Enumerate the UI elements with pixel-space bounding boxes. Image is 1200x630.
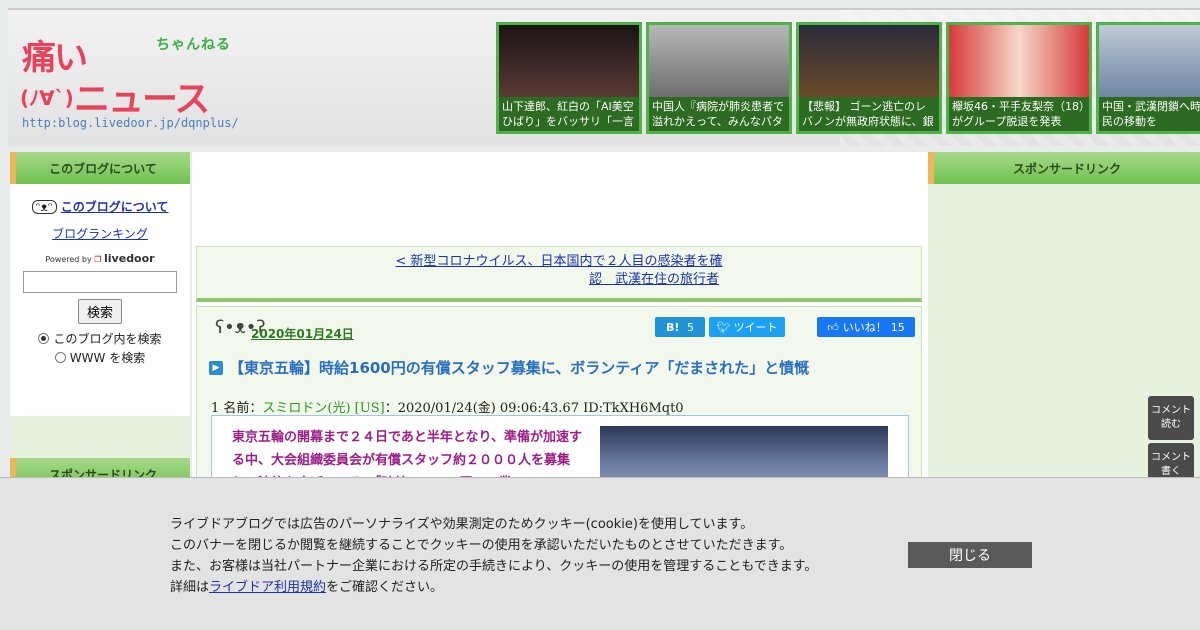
thumbnail-card[interactable]: 中国・武漢閉鎖へ時から市民の移動を bbox=[1096, 22, 1200, 134]
twitter-bird-icon: 🐦︎ bbox=[716, 320, 731, 334]
hatena-label: B! bbox=[665, 320, 680, 334]
thumbnail-card[interactable]: 欅坂46・平手友梨奈（18）がグループ脱退を発表 bbox=[946, 22, 1092, 134]
thumbnail-caption: 欅坂46・平手友梨奈（18）がグループ脱退を発表 bbox=[949, 97, 1089, 131]
cookie-text: ライブドアブログでは広告のパーソナライズや効果測定のためクッキー(cookie)… bbox=[170, 514, 817, 598]
site-header: 痛い ちゃんねる (ﾉ∀`) ニュース http:blog.livedoor.j… bbox=[8, 8, 1200, 146]
thumbnail-card[interactable]: 山下達郎、紅白の「AI美空ひばり」をバッサリ「一言 bbox=[496, 22, 642, 134]
previous-article-link[interactable]: < 新型コロナウイルス、日本国内で２人目の感染者を確 認 武漢在住の旅行者 bbox=[395, 254, 722, 287]
post-meta: 1 名前：スミロドン(光) [US]：2020/01/24(金) 09:06:4… bbox=[211, 397, 684, 416]
right-sponsor-heading: スポンサードリンク bbox=[928, 152, 1200, 184]
site-logo[interactable]: 痛い ちゃんねる (ﾉ∀`) ニュース http:blog.livedoor.j… bbox=[16, 24, 239, 134]
about-box: ᵔᴥᵔ このブログについて ブログランキング Powered by ❐ live… bbox=[10, 184, 190, 416]
tweet-button[interactable]: 🐦︎ ツイート bbox=[709, 317, 785, 337]
thumbnail-caption: 山下達郎、紅白の「AI美空ひばり」をバッサリ「一言 bbox=[499, 97, 639, 131]
livedoor-logo-icon: ❐ bbox=[94, 255, 102, 264]
powered-by-label: Powered by bbox=[45, 255, 92, 264]
article-title[interactable]: 【東京五輪】時給1600円の有償スタッフ募集に、ボランティア「だまされた」と憤慨 bbox=[229, 357, 809, 378]
like-count: 15 bbox=[890, 320, 905, 334]
thumbnail-image bbox=[499, 25, 639, 97]
thumbnail-image bbox=[649, 25, 789, 97]
article-title-row: ▶ 【東京五輪】時給1600円の有償スタッフ募集に、ボランティア「だまされた」と… bbox=[209, 357, 909, 378]
prev-link-line2: 認 武漢在住の旅行者 bbox=[588, 272, 719, 287]
radio-blog-label: このブログ内を検索 bbox=[53, 332, 162, 346]
logo-sub-text: ちゃんねる bbox=[156, 37, 231, 53]
meta-details: ：2020/01/24(金) 09:06:43.67 ID:TkXH6Mqt0 bbox=[384, 401, 684, 416]
cookie-banner: ライブドアブログでは広告のパーソナライズや効果測定のためクッキー(cookie)… bbox=[0, 477, 1200, 630]
meta-prefix: 1 名前： bbox=[211, 401, 263, 416]
about-heading: このブログについて bbox=[10, 152, 190, 184]
prev-link-line1: < 新型コロナウイルス、日本国内で２人目の感染者を確 bbox=[395, 254, 723, 269]
write-comments-label: コメント bbox=[1151, 452, 1191, 463]
like-label: いいね！ bbox=[842, 321, 887, 334]
thumbnail-caption: 中国・武漢閉鎖へ時から市民の移動を bbox=[1099, 97, 1200, 131]
thumbnail-image bbox=[949, 25, 1089, 97]
logo-news-text: ニュース bbox=[74, 79, 210, 120]
cookie-line4-prefix: 詳細は bbox=[170, 580, 210, 595]
logo-url: http:blog.livedoor.jp/dqnplus/ bbox=[22, 116, 239, 130]
radio-search-blog[interactable]: このブログ内を検索 bbox=[20, 330, 180, 347]
facebook-like-button[interactable]: 👍︎ いいね！ 15 bbox=[817, 317, 915, 337]
cookie-line3: また、お客様は当社パートナー企業における所定の手続きにより、クッキーの使用を管理… bbox=[170, 559, 818, 574]
thumbnail-image bbox=[1099, 25, 1200, 97]
read-comments-label: コメント bbox=[1151, 405, 1191, 416]
previous-article-nav: < 新型コロナウイルス、日本国内で２人目の感染者を確 認 武漢在住の旅行者 bbox=[196, 246, 922, 302]
thumbnail-image bbox=[799, 25, 939, 97]
hatena-bookmark-button[interactable]: B! 5 bbox=[655, 317, 705, 337]
blog-search-input[interactable] bbox=[23, 271, 177, 293]
radio-www-label: WWW を検索 bbox=[69, 351, 146, 365]
play-icon: ▶ bbox=[209, 360, 223, 375]
thumbnail-card[interactable]: 【悲報】 ゴーン逃亡のレバノンが無政府状態に、銀行 bbox=[796, 22, 942, 134]
about-link-row: ᵔᴥᵔ このブログについて bbox=[20, 198, 180, 215]
cookie-close-button[interactable]: 閉じる bbox=[908, 542, 1032, 568]
powered-by-livedoor[interactable]: Powered by ❐ livedoor bbox=[20, 252, 180, 265]
about-link[interactable]: このブログについて bbox=[61, 198, 169, 215]
blog-ranking-link[interactable]: ブログランキング bbox=[52, 227, 148, 241]
cookie-line1: ライブドアブログでは広告のパーソナライズや効果測定のためクッキー(cookie)… bbox=[170, 517, 754, 532]
thumbs-up-icon: 👍︎ bbox=[827, 320, 839, 334]
radio-www-control[interactable] bbox=[54, 352, 66, 363]
thumbnail-caption: 中国人『病院が肺炎患者で溢れかえって、みんなパタ bbox=[649, 97, 789, 131]
poster-name: スミロドン(光) [US] bbox=[262, 401, 385, 416]
thumbnail-card[interactable]: 中国人『病院が肺炎患者で溢れかえって、みんなパタ bbox=[646, 22, 792, 134]
livedoor-label: livedoor bbox=[104, 252, 155, 265]
radio-blog-control[interactable] bbox=[38, 333, 50, 344]
radio-search-www[interactable]: WWW を検索 bbox=[20, 349, 180, 366]
article-date[interactable]: 2020年01月24日 bbox=[251, 325, 354, 342]
cookie-line4-suffix: をご確認ください。 bbox=[326, 580, 444, 595]
tweet-label: ツイート bbox=[733, 321, 778, 334]
mascot-icon: ᵔᴥᵔ bbox=[31, 199, 57, 214]
cookie-line4: 詳細はライブドア利用規約をご確認ください。 bbox=[170, 577, 817, 598]
search-button[interactable]: 検索 bbox=[77, 299, 122, 324]
thumbnail-caption: 【悲報】 ゴーン逃亡のレバノンが無政府状態に、銀行 bbox=[799, 97, 939, 131]
read-comments-button[interactable]: コメント 読む bbox=[1148, 396, 1194, 440]
terms-link[interactable]: ライブドア利用規約 bbox=[209, 580, 326, 595]
read-comments-label-2: 読む bbox=[1161, 419, 1181, 430]
logo-kaomoji: (ﾉ∀`) bbox=[20, 86, 74, 110]
cookie-line2: このバナーを閉じるか閲覧を継続することでクッキーの使用を承認いただいたものとさせ… bbox=[170, 538, 793, 553]
hatena-count: 5 bbox=[687, 320, 695, 334]
